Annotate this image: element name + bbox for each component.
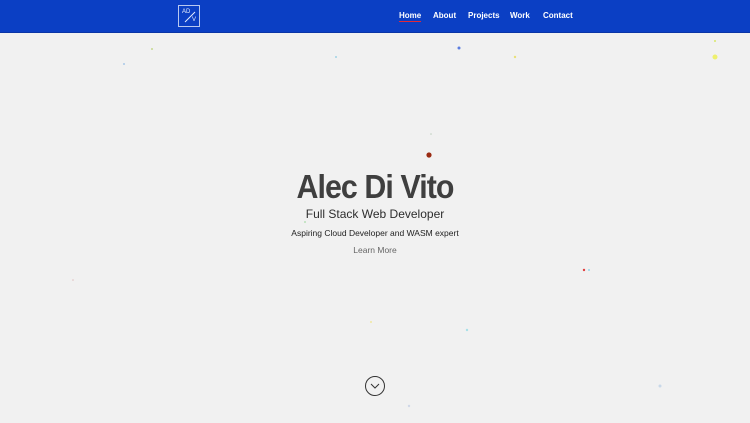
particle	[407, 404, 411, 408]
particle	[304, 221, 306, 223]
hero-subtitle: Aspiring Cloud Developer and WASM expert	[291, 228, 459, 238]
particle	[335, 56, 337, 58]
hero-title: Full Stack Web Developer	[305, 207, 445, 221]
particle	[72, 279, 74, 281]
particle	[151, 48, 153, 50]
hero-name: Alec Di Vito	[296, 168, 454, 205]
particle	[457, 46, 461, 50]
particle	[714, 40, 716, 42]
particle	[426, 152, 432, 158]
particle	[513, 55, 517, 59]
particle	[370, 321, 372, 323]
particle	[712, 54, 718, 60]
particle	[465, 328, 469, 332]
scroll-down-button[interactable]	[365, 376, 385, 396]
particle	[430, 133, 432, 135]
particle	[123, 63, 125, 65]
particle	[582, 268, 586, 272]
particle	[588, 269, 590, 271]
learn-more-link[interactable]: Learn More	[0, 245, 750, 255]
particle	[658, 384, 662, 388]
chevron-down-icon	[370, 383, 380, 389]
